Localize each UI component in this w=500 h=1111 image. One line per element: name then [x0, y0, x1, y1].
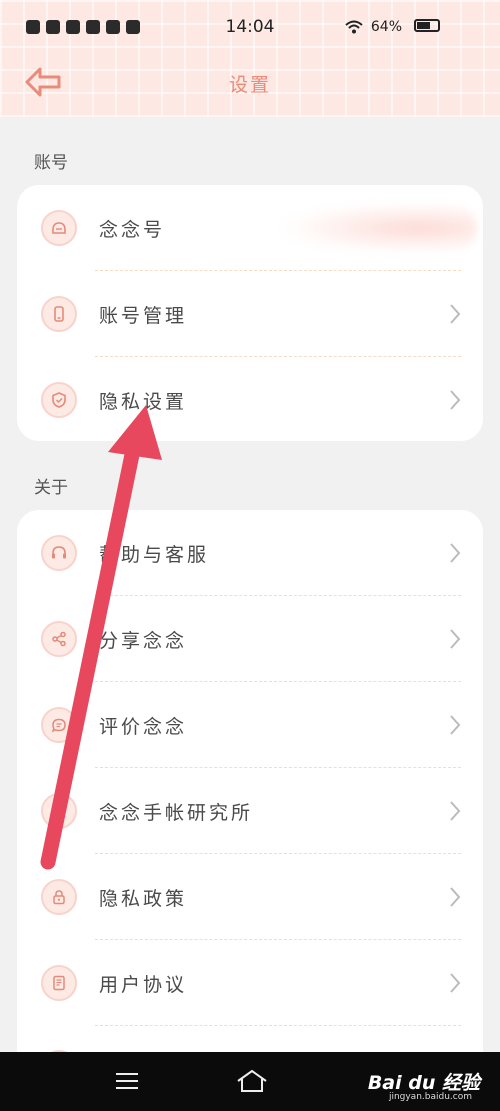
about-card: 帮助与客服 分享念念 评价念念 念念手帐研究所 隐私政策 用户协议 — [17, 510, 483, 1086]
header: 14:04 64% 设置 — [0, 0, 500, 117]
settings-item-rate[interactable]: 评价念念 — [17, 682, 483, 768]
status-bar: 14:04 64% — [0, 0, 500, 56]
settings-item-label: 念念手帐研究所 — [99, 802, 254, 824]
phone-icon — [41, 296, 77, 332]
battery-fill — [417, 22, 430, 29]
wifi-icon — [345, 20, 363, 34]
navigation-bar: Bai du 经验 jingyan.baidu.com — [0, 1052, 500, 1111]
chevron-right-icon — [450, 801, 461, 821]
settings-item-nian-id[interactable]: 念念号 — [17, 185, 483, 271]
settings-item-label: 评价念念 — [99, 716, 188, 738]
home-button[interactable] — [235, 1066, 269, 1096]
page-title: 设置 — [228, 74, 271, 96]
section-label-account: 账号 — [34, 153, 68, 173]
lab-icon — [41, 793, 77, 829]
settings-item-label: 用户协议 — [99, 974, 188, 996]
settings-item-user-agreement[interactable]: 用户协议 — [17, 940, 483, 1026]
chevron-right-icon — [450, 629, 461, 649]
battery-icon — [414, 19, 440, 32]
blurred-user-id — [282, 203, 477, 253]
section-label-about: 关于 — [34, 478, 68, 498]
settings-item-label: 帮助与客服 — [99, 544, 210, 566]
settings-item-account-management[interactable]: 账号管理 — [17, 271, 483, 357]
menu-button[interactable] — [112, 1066, 142, 1096]
chat-bubble-icon — [41, 707, 77, 743]
settings-item-privacy-policy[interactable]: 隐私政策 — [17, 854, 483, 940]
avatar-face-icon — [41, 210, 77, 246]
lock-icon — [41, 879, 77, 915]
settings-item-label: 隐私政策 — [99, 888, 188, 910]
share-icon — [41, 621, 77, 657]
chevron-right-icon — [450, 887, 461, 907]
watermark: Bai du 经验 — [367, 1072, 480, 1094]
settings-item-label: 念念号 — [99, 219, 166, 241]
battery-percent: 64% — [370, 19, 402, 35]
menu-icon — [116, 1073, 138, 1089]
watermark-url: jingyan.baidu.com — [388, 1092, 472, 1102]
settings-item-label: 隐私设置 — [99, 391, 188, 413]
chevron-right-icon — [450, 390, 461, 410]
settings-item-share[interactable]: 分享念念 — [17, 596, 483, 682]
headset-icon — [41, 535, 77, 571]
chevron-right-icon — [450, 304, 461, 324]
chevron-right-icon — [450, 543, 461, 563]
chevron-right-icon — [450, 973, 461, 993]
home-icon — [237, 1069, 267, 1092]
account-card: 念念号 账号管理 隐私设置 — [17, 185, 483, 441]
settings-item-privacy-settings[interactable]: 隐私设置 — [17, 357, 483, 443]
settings-item-help-support[interactable]: 帮助与客服 — [17, 510, 483, 596]
settings-item-research-lab[interactable]: 念念手帐研究所 — [17, 768, 483, 854]
chevron-right-icon — [450, 715, 461, 735]
document-icon — [41, 965, 77, 1001]
divider — [95, 1025, 461, 1026]
shield-check-icon — [41, 382, 77, 418]
settings-item-label: 分享念念 — [99, 630, 188, 652]
settings-item-label: 账号管理 — [99, 305, 188, 327]
status-right: 64% — [345, 19, 402, 35]
